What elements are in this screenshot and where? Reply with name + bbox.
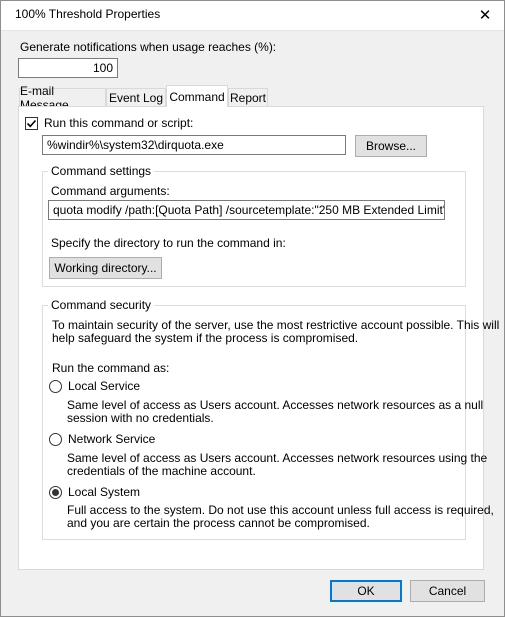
cancel-button[interactable]: Cancel bbox=[410, 580, 485, 602]
local-service-radio[interactable] bbox=[49, 380, 62, 393]
command-arguments-label: Command arguments: bbox=[51, 184, 170, 198]
close-icon: ✕ bbox=[478, 6, 492, 24]
tab-command[interactable]: Command bbox=[166, 85, 228, 107]
radio-selected-dot-icon bbox=[52, 489, 59, 496]
run-command-checkbox[interactable] bbox=[25, 117, 38, 130]
local-system-radio[interactable] bbox=[49, 486, 62, 499]
command-settings-legend: Command settings bbox=[48, 164, 155, 178]
local-service-label[interactable]: Local Service bbox=[68, 379, 140, 393]
threshold-input[interactable]: 100 bbox=[18, 58, 118, 78]
command-arguments-input[interactable]: quota modify /path:[Quota Path] /sourcet… bbox=[48, 200, 445, 220]
network-service-desc-line2: credentials of the machine account. bbox=[67, 464, 256, 478]
title-bar: 100% Threshold Properties ✕ bbox=[0, 0, 505, 31]
browse-button[interactable]: Browse... bbox=[355, 135, 427, 157]
local-system-desc-line2: and you are certain the process cannot b… bbox=[67, 516, 370, 530]
run-command-label[interactable]: Run this command or script: bbox=[44, 116, 193, 130]
working-directory-button[interactable]: Working directory... bbox=[49, 257, 162, 279]
command-security-legend: Command security bbox=[48, 298, 155, 312]
tab-event-log[interactable]: Event Log bbox=[106, 88, 166, 106]
working-directory-label: Specify the directory to run the command… bbox=[51, 236, 286, 250]
security-intro-line2: help safeguard the system if the process… bbox=[52, 331, 359, 345]
tab-report[interactable]: Report bbox=[228, 88, 268, 106]
close-button[interactable]: ✕ bbox=[465, 0, 505, 29]
threshold-label: Generate notifications when usage reache… bbox=[20, 40, 277, 54]
network-service-radio[interactable] bbox=[49, 433, 62, 446]
window-title: 100% Threshold Properties bbox=[15, 7, 161, 21]
local-system-label[interactable]: Local System bbox=[68, 485, 140, 499]
tab-email-message[interactable]: E-mail Message bbox=[19, 84, 106, 112]
local-service-desc-line2: session with no credentials. bbox=[67, 411, 214, 425]
ok-button[interactable]: OK bbox=[330, 580, 402, 602]
network-service-label[interactable]: Network Service bbox=[68, 432, 155, 446]
checkmark-icon bbox=[26, 119, 37, 128]
command-path-input[interactable]: %windir%\system32\dirquota.exe bbox=[42, 135, 346, 155]
run-as-label: Run the command as: bbox=[52, 361, 170, 375]
